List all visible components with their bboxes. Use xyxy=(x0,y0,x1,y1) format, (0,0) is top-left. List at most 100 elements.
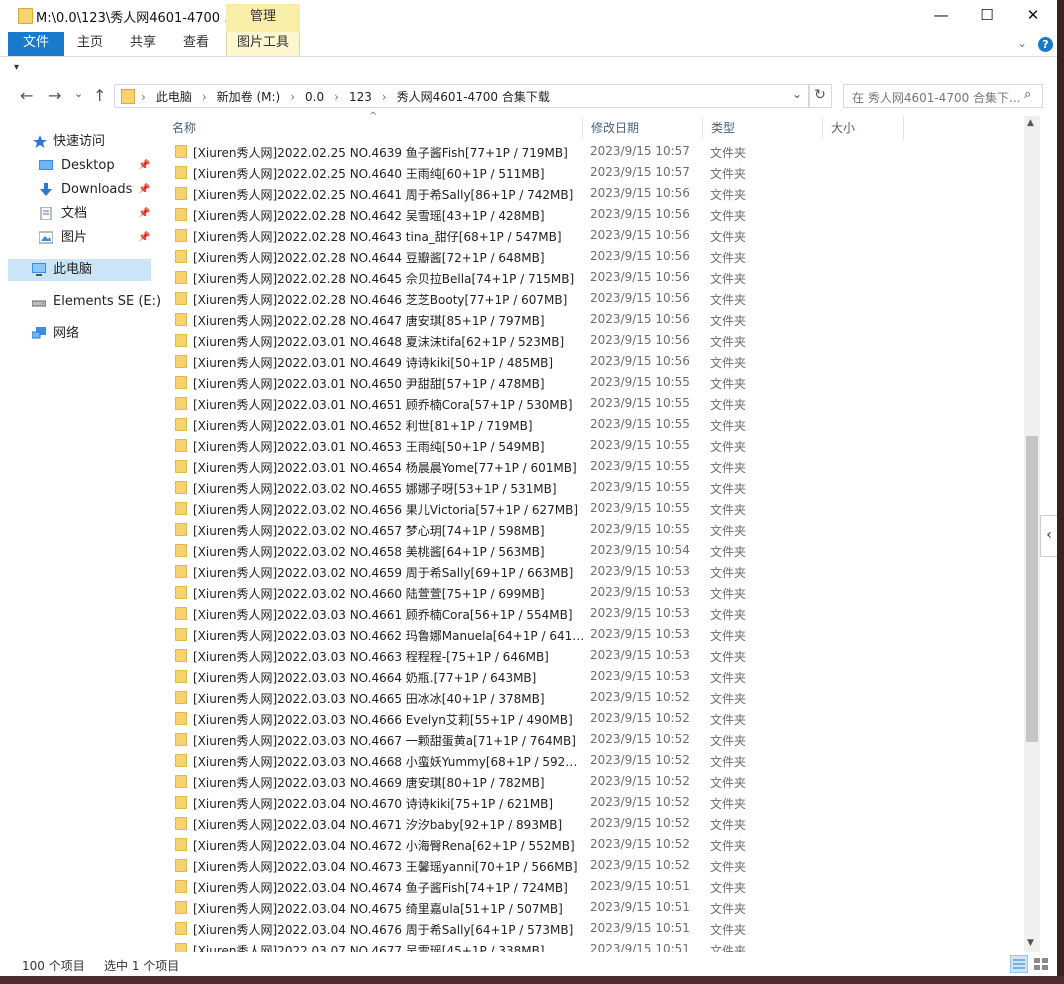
file-name[interactable]: [Xiuren秀人网]2022.02.25 NO.4639 鱼子酱Fish[77… xyxy=(193,144,585,161)
scroll-down-icon[interactable]: ▼ xyxy=(1027,938,1034,948)
file-name[interactable]: [Xiuren秀人网]2022.03.03 NO.4668 小蛮妖Yummy[6… xyxy=(193,753,585,770)
nav-elements-se-drive[interactable]: Elements SE (E:) xyxy=(8,291,161,313)
file-row[interactable]: [Xiuren秀人网]2022.03.03 NO.4666 Evelyn艾莉[5… xyxy=(164,709,1024,730)
column-size[interactable]: 大小 xyxy=(823,116,904,140)
file-name[interactable]: [Xiuren秀人网]2022.03.04 NO.4672 小海臀Rena[62… xyxy=(193,837,585,854)
file-name[interactable]: [Xiuren秀人网]2022.03.03 NO.4667 一颗甜蛋黄a[71+… xyxy=(193,732,585,749)
quick-access-toolbar-dropdown-icon[interactable]: ▾ xyxy=(14,62,19,73)
file-name[interactable]: [Xiuren秀人网]2022.02.28 NO.4642 吴雪瑶[43+1P … xyxy=(193,207,585,224)
tab-home[interactable]: 主页 xyxy=(70,32,110,56)
breadcrumb-separator[interactable]: › xyxy=(290,90,295,104)
file-row[interactable]: [Xiuren秀人网]2022.03.07 NO.4677 吴雪瑶[45+1P … xyxy=(164,940,1024,952)
column-date-modified[interactable]: 修改日期 xyxy=(583,116,703,140)
file-name[interactable]: [Xiuren秀人网]2022.03.02 NO.4656 果儿Victoria… xyxy=(193,501,585,518)
file-name[interactable]: [Xiuren秀人网]2022.03.03 NO.4662 玛鲁娜Manuela… xyxy=(193,627,585,644)
file-name[interactable]: [Xiuren秀人网]2022.03.01 NO.4648 夏沫沫tifa[62… xyxy=(193,333,585,350)
tab-picture-tools[interactable]: 图片工具 xyxy=(226,32,300,56)
address-bar[interactable]: › 此电脑 › 新加卷 (M:) › 0.0 › 123 › 秀人网4601-4700 合集下载 xyxy=(114,84,810,108)
file-row[interactable]: [Xiuren秀人网]2022.03.01 NO.4650 尹甜甜[57+1P … xyxy=(164,373,1024,394)
manage-tab[interactable]: 管理 xyxy=(226,4,300,32)
maximize-button[interactable]: ☐ xyxy=(964,0,1010,32)
file-name[interactable]: [Xiuren秀人网]2022.03.03 NO.4666 Evelyn艾莉[5… xyxy=(193,711,585,728)
help-icon[interactable]: ? xyxy=(1038,37,1053,52)
file-row[interactable]: [Xiuren秀人网]2022.03.04 NO.4675 绮里嘉ula[51+… xyxy=(164,898,1024,919)
file-name[interactable]: [Xiuren秀人网]2022.02.25 NO.4640 王雨纯[60+1P … xyxy=(193,165,585,182)
file-row[interactable]: [Xiuren秀人网]2022.03.01 NO.4651 顾乔楠Cora[57… xyxy=(164,394,1024,415)
file-name[interactable]: [Xiuren秀人网]2022.03.01 NO.4650 尹甜甜[57+1P … xyxy=(193,375,585,392)
file-row[interactable]: [Xiuren秀人网]2022.02.28 NO.4642 吴雪瑶[43+1P … xyxy=(164,205,1024,226)
file-name[interactable]: [Xiuren秀人网]2022.03.02 NO.4655 娜娜子呀[53+1P… xyxy=(193,480,585,497)
file-name[interactable]: [Xiuren秀人网]2022.03.01 NO.4651 顾乔楠Cora[57… xyxy=(193,396,585,413)
file-row[interactable]: [Xiuren秀人网]2022.03.03 NO.4662 玛鲁娜Manuela… xyxy=(164,625,1024,646)
file-name[interactable]: [Xiuren秀人网]2022.03.07 NO.4677 吴雪瑶[45+1P … xyxy=(193,942,585,952)
nav-pictures[interactable]: 图片 📌 xyxy=(8,227,151,249)
breadcrumb-separator[interactable]: › xyxy=(202,90,207,104)
file-name[interactable]: [Xiuren秀人网]2022.03.03 NO.4669 唐安琪[80+1P … xyxy=(193,774,585,791)
nav-quick-access[interactable]: 快速访问 xyxy=(8,131,151,153)
scroll-up-icon[interactable]: ▲ xyxy=(1027,118,1034,128)
file-row[interactable]: [Xiuren秀人网]2022.02.25 NO.4639 鱼子酱Fish[77… xyxy=(164,142,1024,163)
file-name[interactable]: [Xiuren秀人网]2022.03.03 NO.4661 顾乔楠Cora[56… xyxy=(193,606,585,623)
nav-network[interactable]: 网络 xyxy=(8,323,151,345)
breadcrumb-current-folder[interactable]: 秀人网4601-4700 合集下载 xyxy=(397,90,550,104)
file-name[interactable]: [Xiuren秀人网]2022.02.28 NO.4647 唐安琪[85+1P … xyxy=(193,312,585,329)
search-input[interactable]: 在 秀人网4601-4700 合集下... xyxy=(852,89,1020,106)
file-name[interactable]: [Xiuren秀人网]2022.03.04 NO.4675 绮里嘉ula[51+… xyxy=(193,900,585,917)
tab-file[interactable]: 文件 xyxy=(8,32,64,56)
file-row[interactable]: [Xiuren秀人网]2022.03.01 NO.4648 夏沫沫tifa[62… xyxy=(164,331,1024,352)
vertical-scrollbar[interactable]: ▲ ▼ xyxy=(1024,116,1040,952)
tab-view[interactable]: 查看 xyxy=(176,32,216,56)
file-row[interactable]: [Xiuren秀人网]2022.03.04 NO.4672 小海臀Rena[62… xyxy=(164,835,1024,856)
file-row[interactable]: [Xiuren秀人网]2022.03.03 NO.4669 唐安琪[80+1P … xyxy=(164,772,1024,793)
file-row[interactable]: [Xiuren秀人网]2022.03.03 NO.4663 程程程-[75+1P… xyxy=(164,646,1024,667)
minimize-button[interactable]: — xyxy=(918,0,964,32)
file-name[interactable]: [Xiuren秀人网]2022.03.04 NO.4671 汐汐baby[92+… xyxy=(193,816,585,833)
forward-icon[interactable]: → xyxy=(48,86,61,105)
file-row[interactable]: [Xiuren秀人网]2022.03.04 NO.4676 周于希Sally[6… xyxy=(164,919,1024,940)
details-view-icon[interactable] xyxy=(1010,955,1028,973)
file-row[interactable]: [Xiuren秀人网]2022.03.03 NO.4668 小蛮妖Yummy[6… xyxy=(164,751,1024,772)
file-row[interactable]: [Xiuren秀人网]2022.02.25 NO.4641 周于希Sally[8… xyxy=(164,184,1024,205)
file-row[interactable]: [Xiuren秀人网]2022.02.28 NO.4646 芝芝Booty[77… xyxy=(164,289,1024,310)
file-row[interactable]: [Xiuren秀人网]2022.03.03 NO.4661 顾乔楠Cora[56… xyxy=(164,604,1024,625)
file-row[interactable]: [Xiuren秀人网]2022.03.02 NO.4659 周于希Sally[6… xyxy=(164,562,1024,583)
file-row[interactable]: [Xiuren秀人网]2022.03.03 NO.4667 一颗甜蛋黄a[71+… xyxy=(164,730,1024,751)
nav-downloads[interactable]: Downloads 📌 xyxy=(8,179,151,201)
column-name[interactable]: 名称 xyxy=(164,116,583,140)
file-name[interactable]: [Xiuren秀人网]2022.02.25 NO.4641 周于希Sally[8… xyxy=(193,186,585,203)
search-icon[interactable]: ⌕ xyxy=(1024,87,1031,102)
file-row[interactable]: [Xiuren秀人网]2022.02.28 NO.4643 tina_甜仔[68… xyxy=(164,226,1024,247)
file-name[interactable]: [Xiuren秀人网]2022.02.28 NO.4646 芝芝Booty[77… xyxy=(193,291,585,308)
file-name[interactable]: [Xiuren秀人网]2022.03.01 NO.4652 利世[81+1P /… xyxy=(193,417,585,434)
file-row[interactable]: [Xiuren秀人网]2022.02.28 NO.4644 豆瓣酱[72+1P … xyxy=(164,247,1024,268)
address-dropdown-icon[interactable]: ⌄ xyxy=(792,87,802,101)
back-icon[interactable]: ← xyxy=(20,86,33,105)
file-row[interactable]: [Xiuren秀人网]2022.03.04 NO.4673 王馨瑶yanni[7… xyxy=(164,856,1024,877)
file-row[interactable]: [Xiuren秀人网]2022.03.01 NO.4649 诗诗kiki[50+… xyxy=(164,352,1024,373)
column-type[interactable]: 类型 xyxy=(703,116,823,140)
file-row[interactable]: [Xiuren秀人网]2022.02.25 NO.4640 王雨纯[60+1P … xyxy=(164,163,1024,184)
file-name[interactable]: [Xiuren秀人网]2022.03.02 NO.4657 梦心玥[74+1P … xyxy=(193,522,585,539)
preview-pane-toggle-icon[interactable]: ‹ xyxy=(1040,515,1057,557)
file-row[interactable]: [Xiuren秀人网]2022.03.02 NO.4657 梦心玥[74+1P … xyxy=(164,520,1024,541)
nav-this-pc[interactable]: 此电脑 xyxy=(8,259,151,281)
file-name[interactable]: [Xiuren秀人网]2022.02.28 NO.4645 佘贝拉Bella[7… xyxy=(193,270,585,287)
breadcrumb-folder-123[interactable]: 123 xyxy=(349,90,372,104)
expand-ribbon-icon[interactable]: ⌄ xyxy=(1017,36,1027,50)
refresh-icon[interactable]: ↻ xyxy=(808,84,832,108)
file-name[interactable]: [Xiuren秀人网]2022.03.01 NO.4653 王雨纯[50+1P … xyxy=(193,438,585,455)
file-row[interactable]: [Xiuren秀人网]2022.03.01 NO.4653 王雨纯[50+1P … xyxy=(164,436,1024,457)
file-name[interactable]: [Xiuren秀人网]2022.03.04 NO.4676 周于希Sally[6… xyxy=(193,921,585,938)
file-name[interactable]: [Xiuren秀人网]2022.03.02 NO.4659 周于希Sally[6… xyxy=(193,564,585,581)
file-name[interactable]: [Xiuren秀人网]2022.02.28 NO.4643 tina_甜仔[68… xyxy=(193,228,585,245)
file-row[interactable]: [Xiuren秀人网]2022.02.28 NO.4645 佘贝拉Bella[7… xyxy=(164,268,1024,289)
file-name[interactable]: [Xiuren秀人网]2022.03.02 NO.4658 美桃酱[64+1P … xyxy=(193,543,585,560)
breadcrumb-this-pc[interactable]: 此电脑 xyxy=(156,90,192,104)
file-name[interactable]: [Xiuren秀人网]2022.03.04 NO.4670 诗诗kiki[75+… xyxy=(193,795,585,812)
file-row[interactable]: [Xiuren秀人网]2022.03.01 NO.4652 利世[81+1P /… xyxy=(164,415,1024,436)
file-row[interactable]: [Xiuren秀人网]2022.03.03 NO.4665 田冰冰[40+1P … xyxy=(164,688,1024,709)
file-row[interactable]: [Xiuren秀人网]2022.03.04 NO.4670 诗诗kiki[75+… xyxy=(164,793,1024,814)
search-box[interactable]: 在 秀人网4601-4700 合集下... ⌕ xyxy=(843,84,1043,108)
breadcrumb-separator[interactable]: › xyxy=(382,90,387,104)
recent-locations-icon[interactable]: ⌄ xyxy=(74,87,83,100)
